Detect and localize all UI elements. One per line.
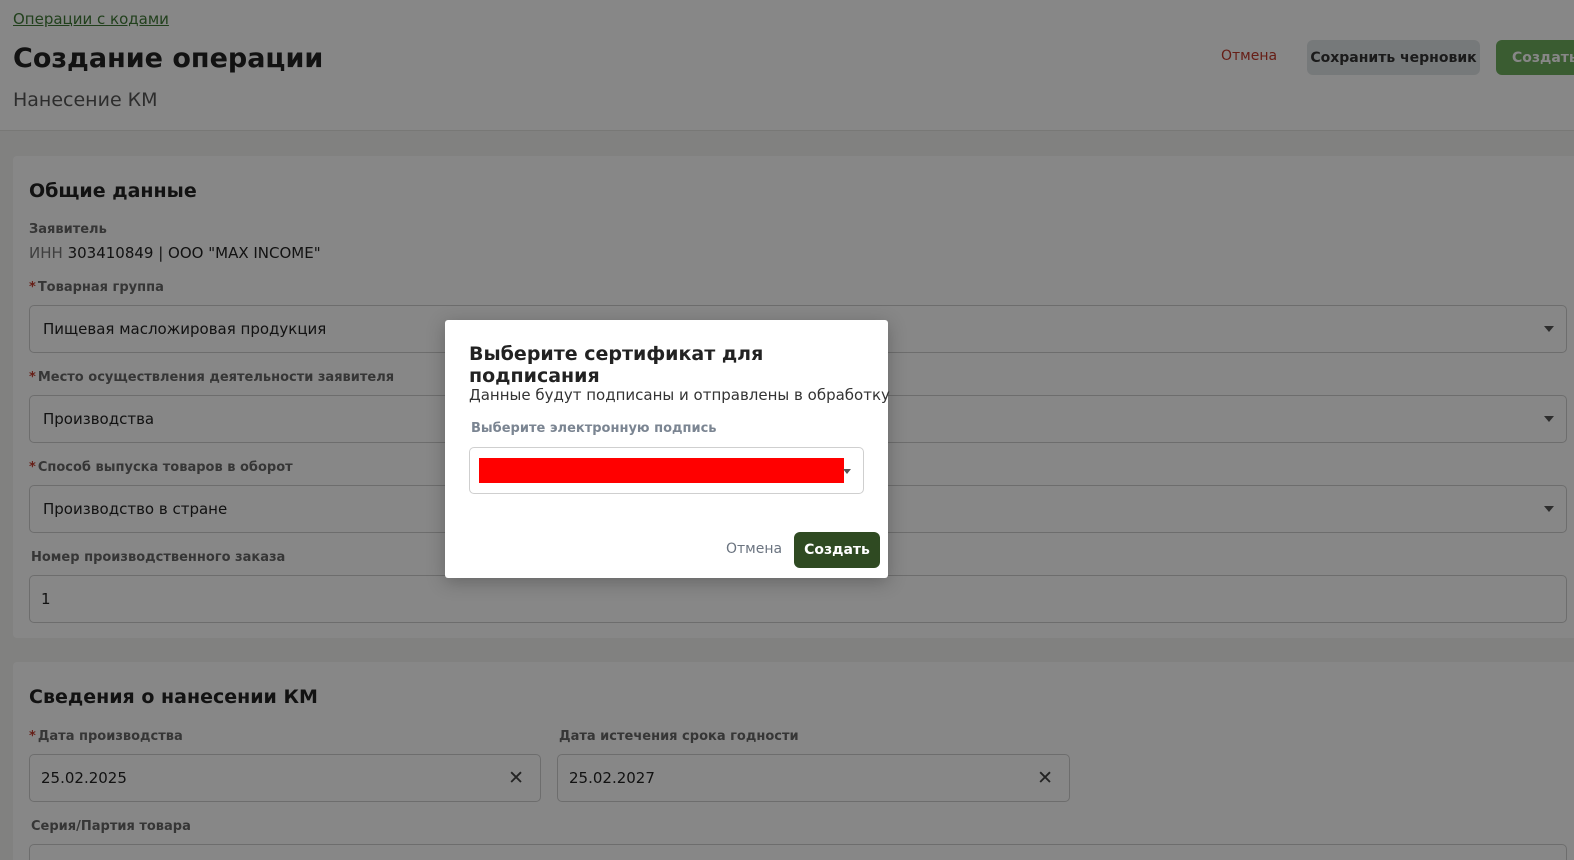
dialog-create-button[interactable]: Создать [794, 532, 880, 568]
certificate-dialog: Выберите сертификат для подписания Данны… [445, 320, 890, 578]
redacted-certificate [479, 458, 844, 483]
chevron-down-icon [843, 469, 851, 474]
dialog-description: Данные будут подписаны и отправлены в об… [469, 386, 890, 404]
signature-label: Выберите электронную подпись [471, 421, 717, 436]
signature-select[interactable] [469, 447, 864, 494]
dialog-title: Выберите сертификат для подписания [469, 343, 764, 387]
dialog-cancel-button[interactable]: Отмена [726, 541, 782, 557]
